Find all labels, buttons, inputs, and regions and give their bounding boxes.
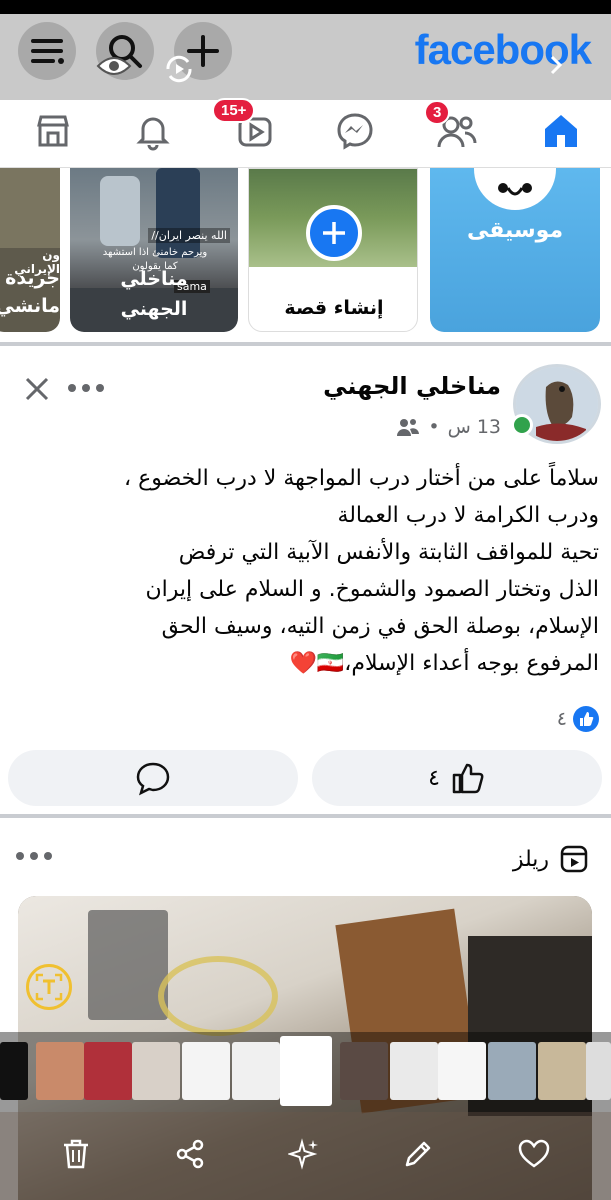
comment-icon xyxy=(136,762,170,796)
share-button[interactable] xyxy=(170,1134,210,1174)
text-recognition-button[interactable] xyxy=(26,964,72,1010)
reels-icon xyxy=(560,845,588,873)
store-icon xyxy=(37,115,69,147)
story-caption-1: الله ينصر ايران// xyxy=(148,228,230,243)
gallery-action-bar xyxy=(0,1112,611,1200)
story-card-user[interactable]: الله ينصر ايران// ويرحم خامنئ اذا استشهد… xyxy=(70,168,238,332)
post-text: سلاماً على من أختار درب المواجهة لا درب … xyxy=(124,466,599,676)
gallery-thumbnail[interactable] xyxy=(340,1042,388,1100)
gallery-thumbnail-strip xyxy=(0,1032,611,1112)
tab-marketplace[interactable] xyxy=(28,106,78,156)
main-tab-bar: 15+ 3 xyxy=(0,98,611,168)
like-button[interactable]: ٤ xyxy=(312,750,602,806)
heart-icon xyxy=(518,1139,550,1168)
feed-post: مناخلي الجهني 13 س • سلاماً على من أختار… xyxy=(0,350,611,818)
music-avatar xyxy=(474,168,556,210)
gallery-thumbnail-selected[interactable] xyxy=(280,1036,332,1106)
story-card-music[interactable]: موسيقى xyxy=(430,168,600,332)
app-header: facebook xyxy=(0,14,611,114)
more-options-icon[interactable] xyxy=(14,848,54,864)
music-label: موسيقى xyxy=(466,218,564,243)
like-count: ٤ xyxy=(428,765,440,791)
close-icon[interactable] xyxy=(24,376,50,402)
divider xyxy=(0,342,611,346)
reels-header[interactable]: ريلز xyxy=(513,844,589,874)
chevron-right-icon[interactable] xyxy=(545,54,567,76)
gallery-thumbnail[interactable] xyxy=(390,1042,438,1100)
friends-badge: 3 xyxy=(424,100,451,125)
menu-icon xyxy=(31,39,64,64)
gallery-thumbnail[interactable] xyxy=(0,1042,28,1100)
gallery-thumbnail[interactable] xyxy=(182,1042,230,1100)
thumbs-up-icon xyxy=(452,763,484,794)
sync-icon[interactable] xyxy=(162,52,196,86)
story-card[interactable]: ون الإيراني جريدة مانشي xyxy=(0,168,60,332)
gallery-thumbnail[interactable] xyxy=(84,1042,132,1100)
story-label: جريدة مانشي xyxy=(0,267,60,317)
reaction-summary[interactable]: ٤ xyxy=(557,706,599,732)
like-reaction-icon xyxy=(573,706,599,732)
gallery-thumbnail[interactable] xyxy=(438,1042,486,1100)
stories-tray: ون الإيراني جريدة مانشي الله ينصر ايران/… xyxy=(0,168,611,346)
menu-button[interactable] xyxy=(18,22,76,80)
divider xyxy=(0,814,611,818)
tab-home[interactable] xyxy=(536,106,586,156)
sparkle-icon xyxy=(288,1138,318,1170)
bell-icon xyxy=(136,117,170,151)
meta-separator: • xyxy=(428,416,440,438)
ai-enhance-button[interactable] xyxy=(284,1134,324,1174)
friends-audience-icon xyxy=(397,419,420,436)
share-icon xyxy=(176,1139,204,1169)
tab-messenger[interactable] xyxy=(330,106,380,156)
gallery-thumbnail[interactable] xyxy=(488,1042,536,1100)
video-badge: 15+ xyxy=(212,98,256,123)
more-options-icon[interactable] xyxy=(66,380,106,396)
post-meta: 13 س • xyxy=(396,416,501,438)
delete-button[interactable] xyxy=(56,1134,96,1174)
text-scan-icon xyxy=(35,973,63,1001)
create-story-label: إنشاء قصة xyxy=(284,297,384,319)
edit-button[interactable] xyxy=(398,1134,438,1174)
favorite-button[interactable] xyxy=(514,1134,554,1174)
eye-icon[interactable] xyxy=(96,54,132,78)
delete-icon xyxy=(64,1139,88,1169)
post-author[interactable]: مناخلي الجهني xyxy=(323,372,501,400)
reels-title: ريلز xyxy=(512,846,549,872)
reaction-count: ٤ xyxy=(556,708,567,730)
story-user-label: مناخلي الجهني xyxy=(120,268,188,320)
tab-notifications[interactable] xyxy=(128,106,178,156)
post-time[interactable]: 13 س xyxy=(448,416,501,438)
create-story-card[interactable]: إنشاء قصة xyxy=(248,168,418,332)
plus-icon xyxy=(323,222,345,244)
home-icon xyxy=(545,115,577,147)
gallery-thumbnail[interactable] xyxy=(232,1042,280,1100)
gallery-thumbnail[interactable] xyxy=(538,1042,586,1100)
gallery-thumbnail[interactable] xyxy=(36,1042,84,1100)
gallery-thumbnail[interactable] xyxy=(586,1042,611,1100)
messenger-icon xyxy=(337,113,373,150)
comment-button[interactable] xyxy=(8,750,298,806)
edit-icon xyxy=(405,1141,431,1167)
gallery-thumbnail[interactable] xyxy=(132,1042,180,1100)
create-story-button[interactable] xyxy=(306,205,362,261)
status-bar xyxy=(0,0,611,14)
music-icon xyxy=(498,183,532,196)
online-status-dot xyxy=(511,414,533,436)
